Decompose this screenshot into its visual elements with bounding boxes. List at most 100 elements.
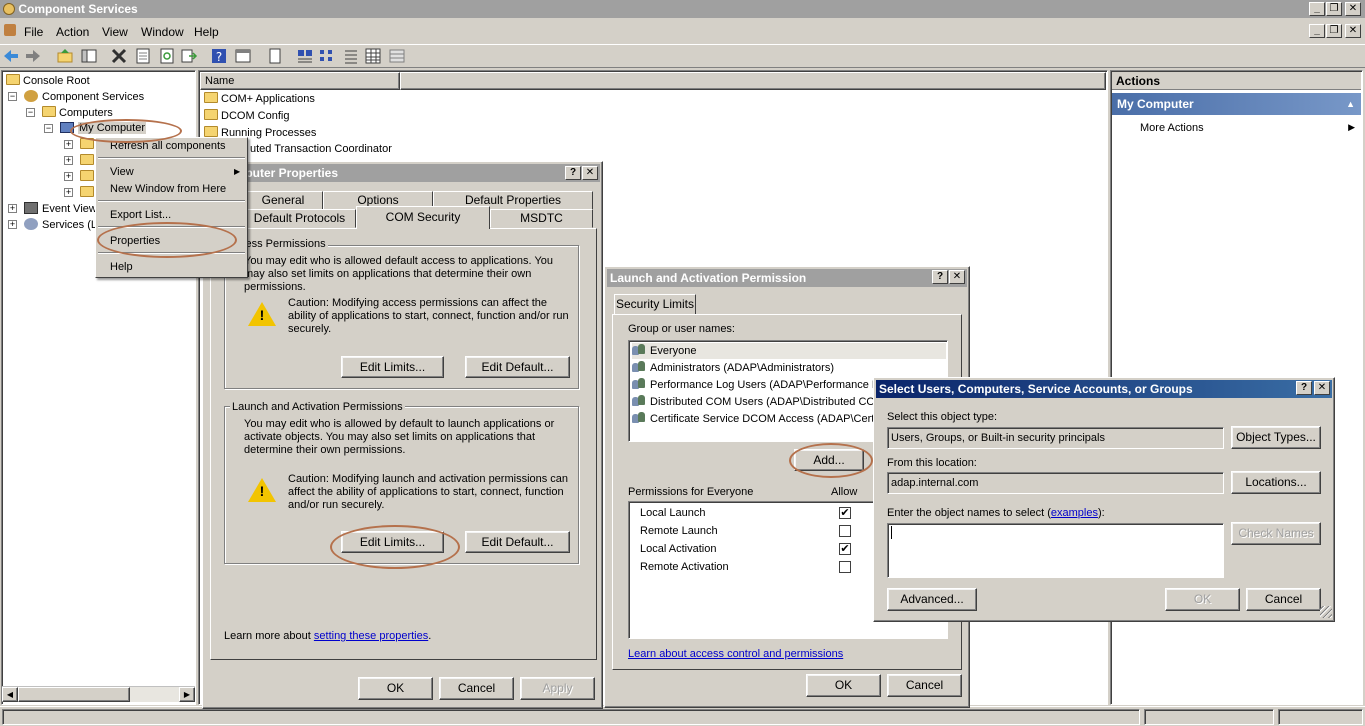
- locations-button[interactable]: Locations...: [1231, 471, 1321, 494]
- close-button[interactable]: ✕: [1345, 2, 1361, 16]
- delete-icon[interactable]: [110, 47, 128, 65]
- checkbox-local-activation[interactable]: ✔: [839, 543, 851, 555]
- large-icons-icon[interactable]: [296, 47, 314, 65]
- list-item-everyone[interactable]: Everyone: [632, 343, 946, 359]
- list-item[interactable]: DCOM Config: [204, 109, 289, 122]
- help-icon[interactable]: ?: [210, 47, 228, 65]
- list-item-user[interactable]: Certificate Service DCOM Access (ADAP\Ce…: [632, 411, 874, 427]
- list-item[interactable]: uted Transaction Coordinator: [250, 143, 392, 155]
- menu-new-window[interactable]: New Window from Here: [110, 183, 226, 195]
- tab-security-limits[interactable]: Security Limits: [614, 294, 696, 315]
- tree-computers[interactable]: Computers: [42, 106, 113, 119]
- menu-view[interactable]: View: [110, 166, 134, 178]
- tab-msdtc[interactable]: MSDTC: [490, 209, 593, 228]
- up-folder-icon[interactable]: [56, 47, 74, 65]
- list-icon[interactable]: [342, 47, 360, 65]
- mdi-restore-button[interactable]: ❐: [1326, 24, 1342, 38]
- new-icon[interactable]: [266, 47, 284, 65]
- launch-close-button[interactable]: ✕: [949, 270, 965, 284]
- tab-com-security[interactable]: COM Security: [356, 206, 490, 229]
- advanced-button[interactable]: Advanced...: [887, 588, 977, 611]
- menu-refresh-all[interactable]: Refresh all components: [110, 140, 226, 152]
- grid-icon[interactable]: [388, 47, 406, 65]
- checkbox-remote-activation[interactable]: [839, 561, 851, 573]
- properties-help-button[interactable]: ?: [565, 166, 581, 180]
- menu-file[interactable]: File: [24, 25, 43, 39]
- learn-more-link[interactable]: setting these properties: [314, 630, 428, 642]
- properties-ok-button[interactable]: OK: [358, 677, 433, 700]
- tree-expander-sub3[interactable]: +: [64, 172, 73, 181]
- access-control-link[interactable]: Learn about access control and permissio…: [628, 648, 843, 660]
- properties-apply-button[interactable]: Apply: [520, 677, 595, 700]
- mdi-minimize-button[interactable]: _: [1309, 24, 1325, 38]
- tree-expander-my-computer[interactable]: −: [44, 124, 53, 133]
- list-item[interactable]: COM+ Applications: [204, 92, 315, 105]
- console-icon[interactable]: [234, 47, 252, 65]
- scroll-right-button[interactable]: ▶: [179, 687, 195, 702]
- menu-properties[interactable]: Properties: [110, 235, 160, 247]
- tree-expander-sub4[interactable]: +: [64, 188, 73, 197]
- object-types-button[interactable]: Object Types...: [1231, 426, 1321, 449]
- menu-help[interactable]: Help: [110, 261, 133, 273]
- menu-export-list[interactable]: Export List...: [110, 209, 171, 221]
- tree-event-viewer[interactable]: Event View: [24, 202, 97, 215]
- details-icon[interactable]: [364, 47, 382, 65]
- list-column-header[interactable]: Name: [200, 72, 400, 90]
- tree-my-computer[interactable]: My Computer: [60, 122, 147, 134]
- tree-hscrollbar[interactable]: ◀ ▶: [2, 686, 195, 702]
- access-edit-limits-button[interactable]: Edit Limits...: [341, 356, 444, 378]
- menu-view[interactable]: View: [102, 25, 128, 39]
- resize-grip-icon[interactable]: [1320, 606, 1332, 618]
- tree-expander-component-services[interactable]: −: [8, 92, 17, 101]
- tree-console-root[interactable]: Console Root: [6, 74, 90, 87]
- show-hide-tree-icon[interactable]: [80, 47, 98, 65]
- collapse-icon[interactable]: ▲: [1346, 93, 1355, 115]
- action-more-actions[interactable]: More Actions ▶: [1140, 122, 1355, 136]
- properties-cancel-button[interactable]: Cancel: [439, 677, 514, 700]
- select-ok-button[interactable]: OK: [1165, 588, 1240, 611]
- menu-window[interactable]: Window: [141, 25, 184, 39]
- check-names-button[interactable]: Check Names: [1231, 522, 1321, 545]
- checkbox-remote-launch[interactable]: [839, 525, 851, 537]
- menu-help[interactable]: Help: [194, 25, 219, 39]
- scroll-left-button[interactable]: ◀: [2, 687, 18, 702]
- tree-services[interactable]: Services (L: [24, 218, 97, 231]
- object-names-input[interactable]: [887, 523, 1224, 578]
- access-edit-default-button[interactable]: Edit Default...: [465, 356, 570, 378]
- menu-action[interactable]: Action: [56, 25, 89, 39]
- tab-default-protocols[interactable]: Default Protocols: [243, 209, 356, 228]
- list-item-user[interactable]: Distributed COM Users (ADAP\Distributed …: [632, 394, 874, 410]
- tree-expander-event-viewer[interactable]: +: [8, 204, 17, 213]
- scroll-thumb[interactable]: [18, 687, 130, 702]
- tree-expander-computers[interactable]: −: [26, 108, 35, 117]
- actions-section-my-computer[interactable]: My Computer ▲: [1112, 93, 1361, 115]
- tab-general[interactable]: General: [243, 191, 323, 210]
- small-icons-icon[interactable]: [318, 47, 336, 65]
- select-cancel-button[interactable]: Cancel: [1246, 588, 1321, 611]
- list-item-user[interactable]: Administrators (ADAP\Administrators): [632, 360, 946, 376]
- launch-ok-button[interactable]: OK: [806, 674, 881, 697]
- list-item-user[interactable]: Performance Log Users (ADAP\Performance …: [632, 377, 874, 393]
- select-close-button[interactable]: ✕: [1314, 381, 1330, 395]
- select-help-button[interactable]: ?: [1296, 381, 1312, 395]
- add-user-button[interactable]: Add...: [794, 449, 864, 471]
- tree-expander-sub1[interactable]: +: [64, 140, 73, 149]
- checkbox-local-launch[interactable]: ✔: [839, 507, 851, 519]
- tree-component-services[interactable]: Component Services: [24, 90, 144, 103]
- forward-icon[interactable]: [24, 47, 42, 65]
- launch-cancel-button[interactable]: Cancel: [887, 674, 962, 697]
- tree-expander-sub2[interactable]: +: [64, 156, 73, 165]
- export-icon[interactable]: [180, 47, 198, 65]
- properties-icon[interactable]: [134, 47, 152, 65]
- launch-edit-limits-button[interactable]: Edit Limits...: [341, 531, 444, 553]
- examples-link[interactable]: examples: [1051, 507, 1098, 519]
- back-icon[interactable]: [2, 47, 20, 65]
- properties-close-button[interactable]: ✕: [582, 166, 598, 180]
- mdi-close-button[interactable]: ✕: [1345, 24, 1361, 38]
- minimize-button[interactable]: _: [1309, 2, 1325, 16]
- launch-edit-default-button[interactable]: Edit Default...: [465, 531, 570, 553]
- refresh-icon[interactable]: [158, 47, 176, 65]
- tree-expander-services[interactable]: +: [8, 220, 17, 229]
- restore-button[interactable]: ❐: [1326, 2, 1342, 16]
- launch-help-button[interactable]: ?: [932, 270, 948, 284]
